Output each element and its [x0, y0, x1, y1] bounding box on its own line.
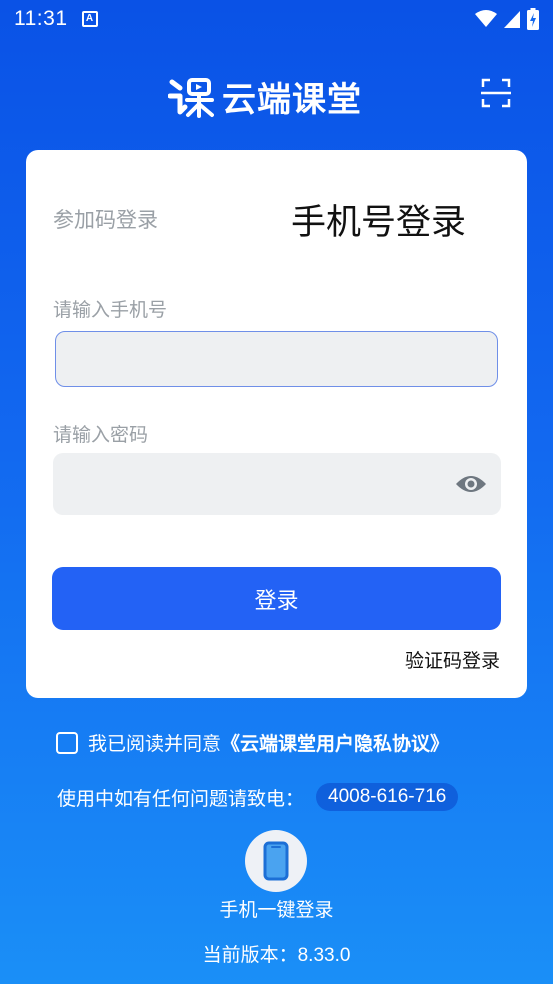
cloud-classroom-logo-icon — [168, 77, 214, 118]
phone-icon — [263, 841, 289, 881]
battery-icon — [527, 8, 539, 30]
tab-phone-login[interactable]: 手机号登录 — [291, 194, 466, 245]
sms-login-link[interactable]: 验证码登录 — [405, 646, 500, 673]
status-time: 11:31 — [14, 7, 68, 30]
phone-field-label: 请输入手机号 — [53, 299, 168, 321]
login-button[interactable]: 登录 — [52, 567, 501, 630]
app-logo: 云端课堂 — [168, 72, 362, 121]
agreement-row: 我已阅读并同意 《云端课堂用户隐私协议》 — [56, 729, 449, 756]
password-field-label: 请输入密码 — [53, 424, 149, 446]
wifi-icon — [475, 10, 497, 27]
agreement-checkbox[interactable] — [56, 731, 78, 754]
version-info: 当前版本：8.33.0 — [0, 940, 553, 967]
help-phone[interactable]: 4008-616-716 — [316, 783, 459, 811]
one-key-login-button[interactable] — [245, 830, 307, 892]
help-text: 使用中如有任何问题请致电： — [57, 787, 305, 810]
notification-icon: A — [81, 11, 98, 27]
signal-icon — [504, 11, 520, 28]
password-input[interactable] — [53, 453, 501, 515]
privacy-policy-link[interactable]: 《云端课堂用户隐私协议》 — [221, 729, 449, 756]
login-card: 参加码登录 手机号登录 请输入手机号 请输入密码 登录 验证码登录 — [26, 150, 527, 698]
header: 云端课堂 — [0, 68, 553, 124]
agreement-text: 我已阅读并同意 — [88, 733, 222, 755]
eye-icon[interactable] — [455, 470, 487, 498]
one-key-login-label[interactable]: 手机一键登录 — [0, 895, 553, 922]
status-bar: 11:31 A — [0, 0, 553, 38]
version-number: 8.33.0 — [297, 945, 351, 966]
app-title: 云端课堂 — [222, 80, 362, 120]
version-label: 当前版本： — [202, 944, 298, 966]
status-icons — [475, 8, 539, 30]
phone-input[interactable] — [55, 331, 498, 387]
help-row: 使用中如有任何问题请致电： 4008-616-716 — [57, 783, 459, 811]
tab-code-login[interactable]: 参加码登录 — [53, 204, 158, 234]
scan-icon[interactable] — [481, 78, 511, 108]
